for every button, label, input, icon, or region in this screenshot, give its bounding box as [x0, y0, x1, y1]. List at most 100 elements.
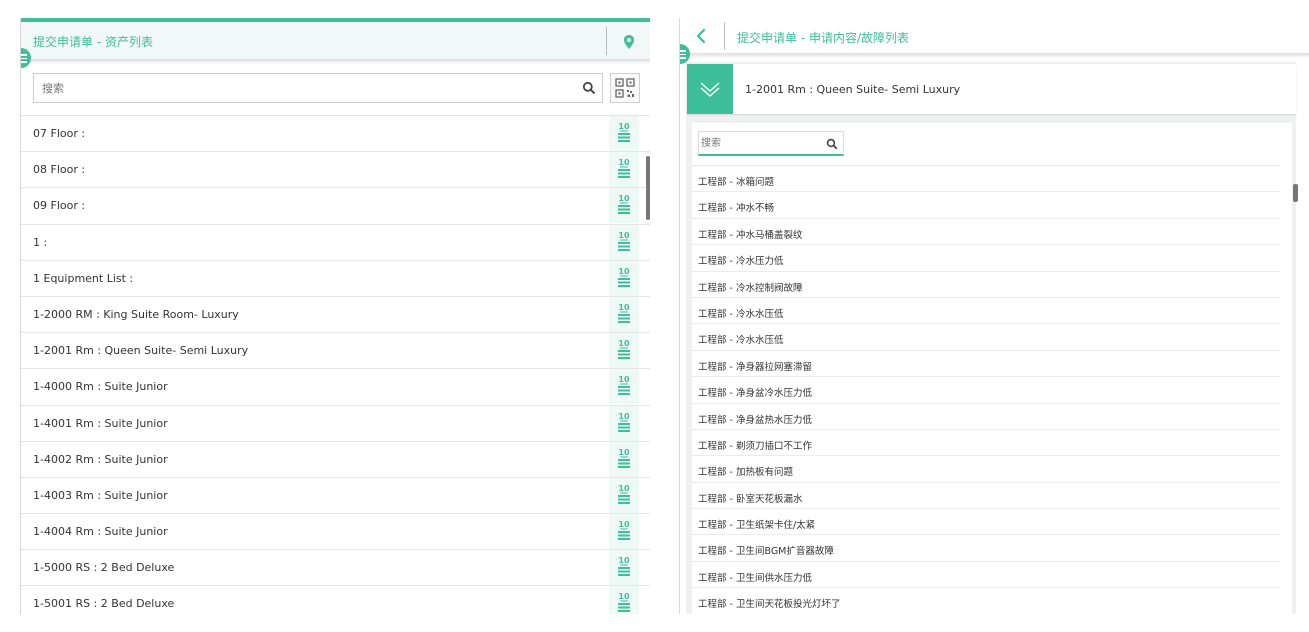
fault-list-item[interactable]: 工程部 - 净身盆热水压力低: [692, 404, 1280, 430]
list-icon-number: 10: [618, 520, 630, 529]
asset-detail-button[interactable]: 10: [609, 296, 639, 332]
header-divider: [606, 27, 607, 55]
list-icon-number: 10: [618, 375, 630, 384]
list-icon-number: 10: [618, 556, 630, 565]
fault-label: 工程部 - 卫生间天花板投光灯坏了: [698, 599, 841, 611]
list-icon-number: 10: [618, 231, 630, 240]
fault-content: 1-2001 Rm : Queen Suite- Semi Luxury 工程部…: [686, 62, 1298, 614]
page-title: 提交申请单 - 资产列表: [33, 35, 153, 49]
fault-list-item[interactable]: 工程部 - 卧室天花板漏水: [692, 483, 1280, 510]
fault-label: 工程部 - 冲水马桶盖裂纹: [698, 229, 803, 241]
header-divider: [724, 22, 725, 50]
fault-list-item[interactable]: 工程部 - 卫生间BGM扩音器故障: [692, 535, 1280, 562]
asset-detail-button[interactable]: 10: [609, 405, 639, 441]
page-title: 提交申请单 - 申请内容/故障列表: [737, 31, 910, 45]
asset-detail-button[interactable]: 10: [609, 152, 639, 188]
location-pin-icon[interactable]: [619, 32, 639, 52]
fault-label: 工程部 - 加热板有问题: [698, 467, 793, 479]
asset-detail-button[interactable]: 10: [609, 550, 639, 586]
asset-list-item[interactable]: 1-4000 Rm : Suite Junior 10: [21, 369, 650, 406]
asset-list: 07 Floor :10 08 Floor :10 09 Floor :10 1 :1…: [21, 116, 650, 614]
fault-label: 工程部 - 卫生间供水压力低: [698, 572, 812, 584]
asset-detail-button[interactable]: 10: [609, 586, 639, 614]
asset-detail-button[interactable]: 10: [609, 188, 639, 224]
list-10-icon: 10: [618, 339, 630, 360]
asset-detail-button[interactable]: 10: [609, 369, 639, 405]
list-10-icon: 10: [618, 267, 630, 287]
fault-label: 工程部 - 冷水水压低: [698, 308, 784, 320]
fault-label: 工程部 - 卫生纸架卡住/太紧: [698, 520, 816, 532]
fault-list-item[interactable]: 工程部 - 冲水马桶盖裂纹: [692, 219, 1280, 246]
asset-detail-button[interactable]: 10: [609, 333, 639, 369]
asset-list-item[interactable]: 08 Floor : 10: [21, 152, 650, 189]
list-icon-number: 10: [618, 158, 630, 167]
search-row: [21, 70, 650, 116]
fault-list-item[interactable]: 工程部 - 卫生间供水压力低: [692, 562, 1280, 589]
asset-label: 1-5000 RS : 2 Bed Deluxe: [33, 561, 175, 575]
asset-list-item[interactable]: 09 Floor : 10: [21, 188, 650, 225]
fault-list-item[interactable]: 工程部 - 冰箱问题: [692, 166, 1280, 193]
fault-list-item[interactable]: 工程部 - 冷水压力低: [692, 245, 1280, 272]
asset-detail-button[interactable]: 10: [609, 260, 639, 296]
fault-label: 工程部 - 冷水控制阀故障: [698, 282, 803, 294]
fault-list-item[interactable]: 工程部 - 冷水水压低: [692, 298, 1280, 325]
asset-list-item[interactable]: 07 Floor : 10: [21, 116, 650, 153]
fault-list-item[interactable]: 工程部 - 冷水控制阀故障: [692, 272, 1280, 298]
list-10-icon: 10: [618, 484, 630, 504]
list-10-icon: 10: [618, 556, 630, 577]
asset-detail-button[interactable]: 10: [609, 116, 639, 151]
list-icon-number: 10: [618, 194, 630, 203]
asset-list-item[interactable]: 1-4002 Rm : Suite Junior 10: [21, 441, 650, 478]
list-10-icon: 10: [618, 375, 630, 396]
list-10-icon: 10: [618, 520, 630, 541]
asset-label: 07 Floor :: [33, 127, 86, 140]
list-icon-number: 10: [618, 592, 630, 601]
fault-label: 工程部 - 净身盆热水压力低: [698, 414, 812, 426]
fault-list-item[interactable]: 工程部 - 加热板有问题: [692, 456, 1280, 483]
asset-list-item[interactable]: 1-5001 RS : 2 Bed Deluxe 10: [21, 586, 650, 614]
list-10-icon: 10: [618, 412, 630, 432]
asset-list-panel: 提交申请单 - 资产列表 搜索 07 Floor: 10 08 Floor:…: [20, 18, 650, 614]
double-chevron-down-icon: [700, 82, 720, 97]
fault-label: 工程部 - 净身盆冷水压力低: [698, 388, 812, 400]
asset-list-item[interactable]: 1 : 10: [21, 224, 650, 261]
asset-list-header: 提交申请单 - 资产列表: [21, 22, 650, 60]
fault-list-item[interactable]: 工程部 - 冲水不畅: [692, 192, 1280, 219]
qr-scan-button[interactable]: [610, 73, 640, 103]
fault-list-item[interactable]: 工程部 - 净身器拉网塞滞留: [692, 351, 1280, 378]
asset-list-item[interactable]: 1-5000 RS : 2 Bed Deluxe 10: [21, 550, 650, 587]
fault-label: 工程部 - 净身器拉网塞滞留: [698, 361, 812, 373]
fault-list-panel: 提交申请单 - 申请内容/故障列表 1-2001 Rm : Queen Suit…: [679, 18, 1309, 614]
asset-detail-button[interactable]: 10: [609, 514, 639, 550]
scrollbar-thumb[interactable]: [1293, 184, 1298, 202]
asset-label: 1 Equipment List :: [33, 271, 134, 285]
fault-list-item[interactable]: 工程部 - 冷水水压低: [692, 324, 1280, 351]
selected-asset-card[interactable]: 1-2001 Rm : Queen Suite- Semi Luxury: [687, 64, 1296, 114]
asset-label: 1-4002 Rm : Suite Junior: [33, 452, 168, 466]
asset-detail-button[interactable]: 10: [609, 477, 639, 513]
asset-list-item[interactable]: 1 Equipment List : 10: [21, 260, 650, 297]
asset-label: 1-4003 Rm : Suite Junior: [33, 488, 168, 502]
fault-label: 工程部 - 卫生间BGM扩音器故障: [698, 546, 834, 558]
expand-toggle[interactable]: [687, 64, 733, 114]
scrollbar-thumb[interactable]: [646, 156, 650, 220]
asset-list-item[interactable]: 1-4004 Rm : Suite Junior 10: [21, 514, 650, 551]
asset-list-item[interactable]: 1-2000 RM : King Suite Room- Luxury 10: [21, 296, 650, 334]
search-input[interactable]: [34, 74, 564, 102]
fault-label: 工程部 - 冰箱问题: [698, 177, 774, 188]
asset-detail-button[interactable]: 10: [609, 224, 639, 260]
asset-label: 1 :: [33, 235, 48, 249]
asset-list-item[interactable]: 1-4001 Rm : Suite Junior 10: [21, 405, 650, 442]
search-icon[interactable]: [582, 81, 596, 95]
search-icon[interactable]: [826, 138, 838, 150]
fault-list-item[interactable]: 工程部 - 卫生间天花板投光灯坏了: [692, 588, 1280, 614]
fault-list-item[interactable]: 工程部 - 净身盆冷水压力低: [692, 377, 1280, 404]
chevron-left-icon[interactable]: [694, 27, 708, 45]
fault-list-item[interactable]: 工程部 - 剃须刀插口不工作: [692, 430, 1280, 457]
fault-search-input[interactable]: [699, 132, 819, 154]
asset-label: 1-5001 RS : 2 Bed Deluxe: [33, 597, 175, 611]
fault-list-item[interactable]: 工程部 - 卫生纸架卡住/太紧: [692, 509, 1280, 536]
asset-detail-button[interactable]: 10: [609, 441, 639, 477]
asset-list-item[interactable]: 1-4003 Rm : Suite Junior 10: [21, 477, 650, 515]
asset-list-item[interactable]: 1-2001 Rm : Queen Suite- Semi Luxury 10: [21, 333, 650, 370]
